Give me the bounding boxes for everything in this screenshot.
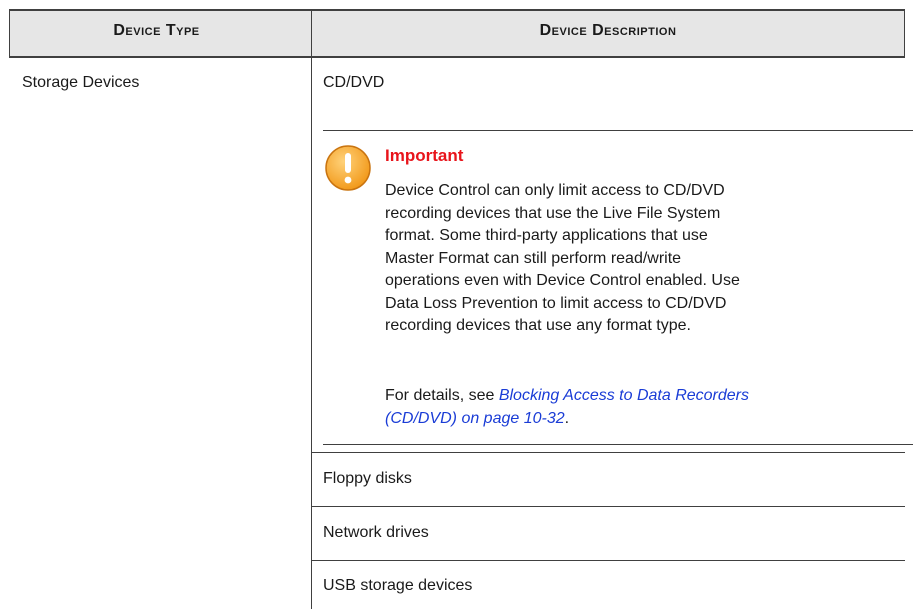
table-top-border xyxy=(9,9,905,11)
note-details-line-1: For details, see Blocking Access to Data… xyxy=(385,385,905,408)
note-details-line-2: (CD/DVD) on page 10-32. xyxy=(385,408,905,431)
column-divider xyxy=(311,9,312,609)
table-left-border xyxy=(9,9,10,57)
details-link[interactable]: Blocking Access to Data Recorders xyxy=(499,387,749,404)
row-divider xyxy=(311,506,905,507)
note-title: Important xyxy=(385,146,464,165)
row-network-drives: Network drives xyxy=(323,524,429,541)
note-details: For details, see Blocking Access to Data… xyxy=(385,385,905,430)
row-usb-storage: USB storage devices xyxy=(323,577,473,594)
header-bottom-border xyxy=(9,56,905,58)
note-body: Device Control can only limit access to … xyxy=(385,180,905,338)
details-link-continued[interactable]: (CD/DVD) on page 10-32 xyxy=(385,410,565,427)
row-divider xyxy=(311,560,905,561)
note-body-line: Master Format can still perform read/wri… xyxy=(385,249,682,267)
warning-exclamation-icon xyxy=(325,145,371,191)
column-header-device-type: Device Type xyxy=(113,22,200,39)
table-right-border xyxy=(904,9,905,57)
column-header-device-description: Device Description xyxy=(539,22,677,39)
note-top-rule xyxy=(323,130,913,131)
row-cd-dvd: CD/DVD xyxy=(323,74,385,91)
device-type-cell: Storage Devices xyxy=(22,74,140,91)
note-body-line: Device Control can only limit access to … xyxy=(385,182,725,199)
row-floppy-disks: Floppy disks xyxy=(323,470,412,487)
note-bottom-rule xyxy=(323,444,913,445)
note-body-line: operations even with Device Control enab… xyxy=(385,272,740,289)
row-divider xyxy=(311,452,905,453)
note-body-line: Data Loss Prevention to limit access to … xyxy=(385,294,727,312)
details-prefix: For details, see xyxy=(385,387,499,404)
note-body-line: recording devices that use the Live File… xyxy=(385,204,721,222)
details-suffix: . xyxy=(564,409,570,427)
note-body-line: format. Some third-party applications th… xyxy=(385,227,708,244)
note-body-line: recording devices that use any format ty… xyxy=(385,317,691,334)
